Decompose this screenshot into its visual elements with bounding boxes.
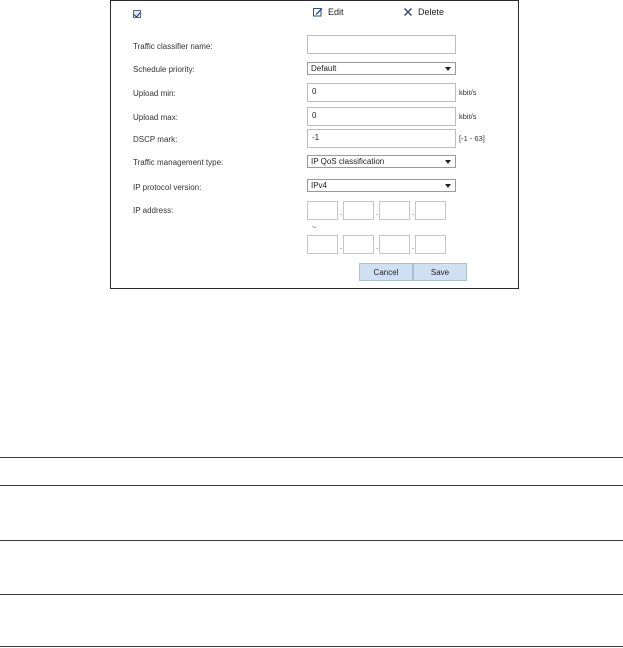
dscp-mark-input[interactable]: -1 <box>307 129 456 148</box>
ip-end-octet-1[interactable] <box>307 235 338 254</box>
cancel-button[interactable]: Cancel <box>359 263 413 281</box>
schedule-priority-label: Schedule priority: <box>133 65 195 74</box>
ip-start-octet-4[interactable] <box>415 201 446 220</box>
upload-min-label: Upload min: <box>133 89 176 98</box>
dscp-mark-label: DSCP mark: <box>133 135 178 144</box>
edit-icon <box>313 8 323 17</box>
classifier-name-label: Traffic classifier name: <box>133 42 213 51</box>
upload-max-label: Upload max: <box>133 113 178 122</box>
divider-line <box>0 457 623 458</box>
octet-separator: . <box>340 242 343 251</box>
divider-line <box>0 540 623 541</box>
divider-line <box>0 485 623 486</box>
schedule-priority-select[interactable]: Default <box>307 62 456 75</box>
delete-label: Delete <box>418 7 445 17</box>
mgmt-type-value: IP QoS classification <box>311 157 385 166</box>
traffic-classifier-dialog: Edit Delete Traffic classifier name: Sch… <box>110 0 519 289</box>
ip-start-octet-3[interactable] <box>379 201 410 220</box>
octet-separator: . <box>412 208 415 217</box>
ip-version-label: IP protocol version: <box>133 183 202 192</box>
mgmt-type-label: Traffic management type: <box>133 158 224 167</box>
classifier-name-input[interactable] <box>307 35 456 54</box>
octet-separator: . <box>376 242 379 251</box>
ip-start-octet-2[interactable] <box>343 201 374 220</box>
upload-min-input[interactable]: 0 <box>307 83 456 102</box>
dscp-range-hint: [-1 - 63] <box>459 134 485 143</box>
delete-button[interactable]: Delete <box>403 7 444 17</box>
octet-separator: . <box>376 208 379 217</box>
upload-min-unit: kbit/s <box>459 88 477 97</box>
ip-end-octet-4[interactable] <box>415 235 446 254</box>
ip-end-octet-3[interactable] <box>379 235 410 254</box>
mgmt-type-select[interactable]: IP QoS classification <box>307 155 456 168</box>
edit-button[interactable]: Edit <box>313 7 344 17</box>
ip-end-octet-2[interactable] <box>343 235 374 254</box>
schedule-priority-value: Default <box>311 64 337 73</box>
range-separator: ~ <box>312 223 317 232</box>
divider-line <box>0 646 623 647</box>
upload-max-input[interactable]: 0 <box>307 107 456 126</box>
octet-separator: . <box>412 242 415 251</box>
ip-address-label: IP address: <box>133 206 174 215</box>
ip-version-select[interactable]: IPv4 <box>307 179 456 192</box>
select-all-checkbox[interactable] <box>133 10 141 18</box>
divider-line <box>0 594 623 595</box>
edit-label: Edit <box>328 7 344 17</box>
upload-max-unit: kbit/s <box>459 112 477 121</box>
save-button[interactable]: Save <box>413 263 467 281</box>
ip-version-value: IPv4 <box>311 181 328 190</box>
close-icon <box>403 7 413 17</box>
octet-separator: . <box>340 208 343 217</box>
ip-start-octet-1[interactable] <box>307 201 338 220</box>
